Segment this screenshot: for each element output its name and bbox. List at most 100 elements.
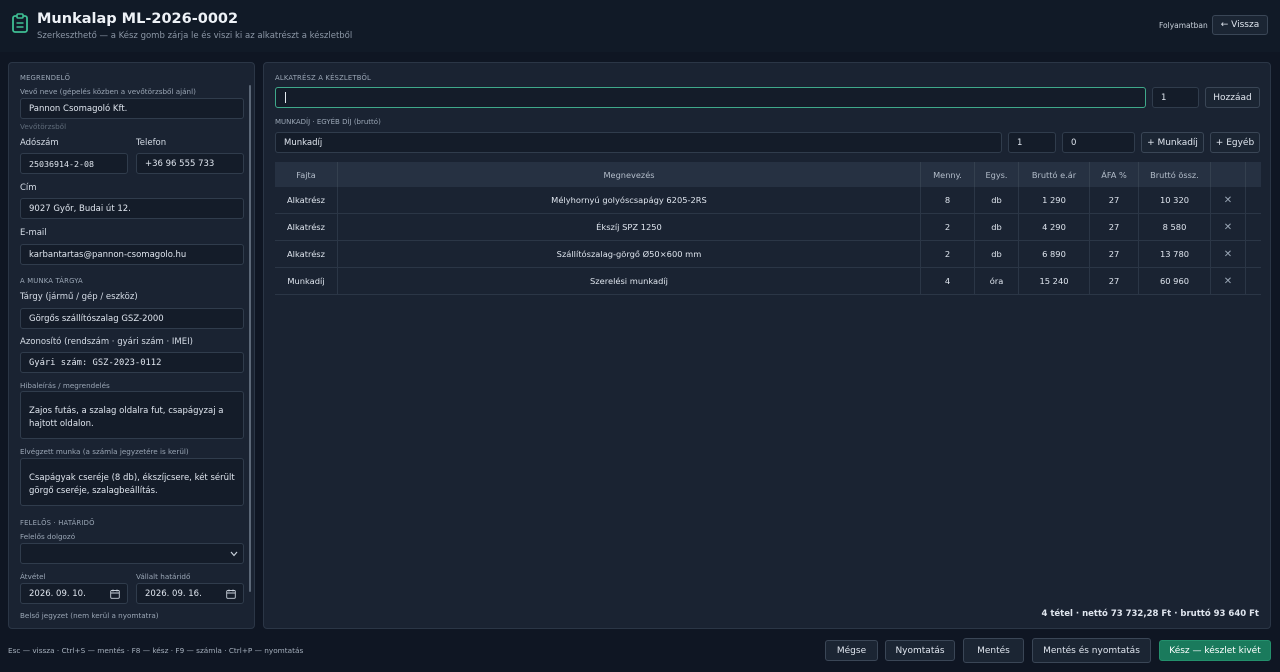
keyboard-shortcuts-hint: Esc — vissza · Ctrl+S — mentés · F8 — ké…	[8, 646, 304, 655]
cell-total: 13 780	[1139, 241, 1211, 267]
cell-unit-price: 1 290	[1019, 187, 1090, 213]
identifier-label: Azonosító (rendszám · gyári szám · IMEI)	[20, 337, 193, 347]
items-panel: ALKATRÉSZ A KÉSZLETBŐL 1 Hozzáad MUNKADÍ…	[263, 62, 1271, 629]
received-label: Átvétel	[20, 572, 46, 581]
cell-type: Alkatrész	[275, 241, 338, 267]
cell-vat: 27	[1090, 214, 1139, 240]
col-vat: ÁFA %	[1090, 162, 1139, 187]
cell-name: Szállítószalag-görgő Ø50×600 mm	[338, 241, 921, 267]
customer-name-input[interactable]: Pannon Csomagoló Kft.	[20, 98, 244, 119]
internal-note-label: Belső jegyzet (nem kerül a nyomtatra)	[20, 611, 159, 620]
labor-name-input[interactable]: Munkadíj	[275, 132, 1002, 153]
text-cursor	[285, 92, 286, 103]
part-search-input[interactable]	[275, 87, 1146, 108]
received-date-value: 2026. 09. 10.	[29, 588, 86, 599]
table-row: Alkatrész Mélyhornyú golyóscsapágy 6205-…	[275, 187, 1261, 214]
cell-vat: 27	[1090, 268, 1139, 294]
tax-number-input[interactable]: 25036914-2-08	[20, 153, 128, 174]
cell-vat: 27	[1090, 241, 1139, 267]
add-other-button[interactable]: + Egyéb	[1210, 132, 1260, 153]
worker-label: Felelős dolgozó	[20, 532, 76, 541]
col-quantity: Menny.	[921, 162, 975, 187]
table-row: Munkadíj Szerelési munkadíj 4 óra 15 240…	[275, 268, 1261, 295]
cell-quantity: 4	[921, 268, 975, 294]
object-input[interactable]: Görgős szállítószalag GSZ-2000	[20, 308, 244, 329]
customer-panel: MEGRENDELŐ Vevő neve (gépelés közben a v…	[8, 62, 255, 629]
fault-label: Hibaleírás / megrendelés	[20, 381, 110, 390]
cell-unit: óra	[975, 268, 1019, 294]
labor-quantity-input[interactable]: 1	[1008, 132, 1056, 153]
object-label: Tárgy (jármű / gép / eszköz)	[20, 292, 138, 302]
left-panel-scrollbar[interactable]	[249, 85, 251, 592]
fault-textarea[interactable]: Zajos futás, a szalag oldalra fut, csapá…	[20, 391, 244, 439]
add-part-button[interactable]: Hozzáad	[1205, 87, 1260, 108]
delete-row-icon[interactable]: ✕	[1211, 187, 1246, 213]
phone-input[interactable]: +36 96 555 733	[136, 153, 244, 174]
identifier-input[interactable]: Gyári szám: GSZ-2023-0112	[20, 352, 244, 373]
cell-total: 60 960	[1139, 268, 1211, 294]
delete-row-icon[interactable]: ✕	[1211, 268, 1246, 294]
save-button[interactable]: Mentés	[963, 638, 1024, 663]
row-spacer	[1246, 241, 1261, 267]
customer-section-title: MEGRENDELŐ	[20, 74, 71, 82]
row-spacer	[1246, 268, 1261, 294]
col-unit: Egys.	[975, 162, 1019, 187]
items-table: Fajta Megnevezés Menny. Egys. Bruttó e.á…	[275, 162, 1261, 295]
parts-section-title: ALKATRÉSZ A KÉSZLETBŐL	[275, 74, 372, 82]
labor-price-input[interactable]: 0	[1062, 132, 1135, 153]
received-date-input[interactable]: 2026. 09. 10.	[20, 583, 128, 604]
work-done-label: Elvégzett munka (a számla jegyzetére is …	[20, 447, 189, 456]
back-button[interactable]: ← Vissza	[1212, 15, 1268, 35]
cell-quantity: 8	[921, 187, 975, 213]
page-header: Munkalap ML-2026-0002 Szerkeszthető — a …	[0, 0, 1280, 52]
delete-row-icon[interactable]: ✕	[1211, 241, 1246, 267]
deadline-date-value: 2026. 09. 16.	[145, 588, 202, 599]
work-done-textarea[interactable]: Csapágyak cseréje (8 db), ékszíjcsere, k…	[20, 458, 244, 506]
cell-quantity: 2	[921, 214, 975, 240]
cell-type: Munkadíj	[275, 268, 338, 294]
deadline-date-input[interactable]: 2026. 09. 16.	[136, 583, 244, 604]
col-name: Megnevezés	[338, 162, 921, 187]
col-actions	[1211, 162, 1246, 187]
col-unit-price: Bruttó e.ár	[1019, 162, 1090, 187]
table-header: Fajta Megnevezés Menny. Egys. Bruttó e.á…	[275, 162, 1261, 187]
table-row: Alkatrész Szállítószalag-görgő Ø50×600 m…	[275, 241, 1261, 268]
done-stock-out-button[interactable]: Kész — készlet kivét	[1159, 640, 1271, 661]
row-spacer	[1246, 214, 1261, 240]
col-scroll	[1246, 162, 1261, 187]
delete-row-icon[interactable]: ✕	[1211, 214, 1246, 240]
calendar-icon[interactable]	[110, 589, 120, 599]
email-label: E-mail	[20, 228, 47, 238]
address-input[interactable]: 9027 Győr, Budai út 12.	[20, 198, 244, 219]
cell-total: 10 320	[1139, 187, 1211, 213]
customer-name-label: Vevő neve (gépelés közben a vevőtörzsből…	[20, 87, 196, 96]
worker-select[interactable]	[20, 543, 244, 564]
cell-unit: db	[975, 214, 1019, 240]
clipboard-icon	[12, 13, 28, 33]
tax-number-label: Adószám	[20, 138, 59, 148]
col-type: Fajta	[275, 162, 338, 187]
chevron-down-icon	[230, 551, 238, 557]
col-total: Bruttó össz.	[1139, 162, 1211, 187]
page-subtitle: Szerkeszthető — a Kész gomb zárja le és …	[37, 31, 353, 41]
save-and-print-button[interactable]: Mentés és nyomtatás	[1032, 638, 1151, 663]
address-label: Cím	[20, 183, 37, 193]
cell-vat: 27	[1090, 187, 1139, 213]
cell-unit: db	[975, 241, 1019, 267]
cell-unit: db	[975, 187, 1019, 213]
row-spacer	[1246, 187, 1261, 213]
cell-name: Mélyhornyú golyóscsapágy 6205-2RS	[338, 187, 921, 213]
status-badge: Folyamatban	[1159, 21, 1208, 30]
email-input[interactable]: karbantartas@pannon-csomagolo.hu	[20, 244, 244, 265]
part-quantity-input[interactable]: 1	[1152, 87, 1199, 108]
responsible-section-title: FELELŐS · HATÁRIDŐ	[20, 519, 95, 527]
cell-unit-price: 4 290	[1019, 214, 1090, 240]
calendar-icon[interactable]	[226, 589, 236, 599]
cancel-button[interactable]: Mégse	[825, 640, 878, 661]
phone-label: Telefon	[136, 138, 167, 148]
totals-summary: 4 tétel · nettó 73 732,28 Ft · bruttó 93…	[1041, 609, 1259, 619]
customer-directory-hint: Vevőtörzsből	[20, 122, 67, 131]
cell-type: Alkatrész	[275, 187, 338, 213]
print-button[interactable]: Nyomtatás	[885, 640, 955, 661]
add-labor-button[interactable]: + Munkadíj	[1141, 132, 1204, 153]
